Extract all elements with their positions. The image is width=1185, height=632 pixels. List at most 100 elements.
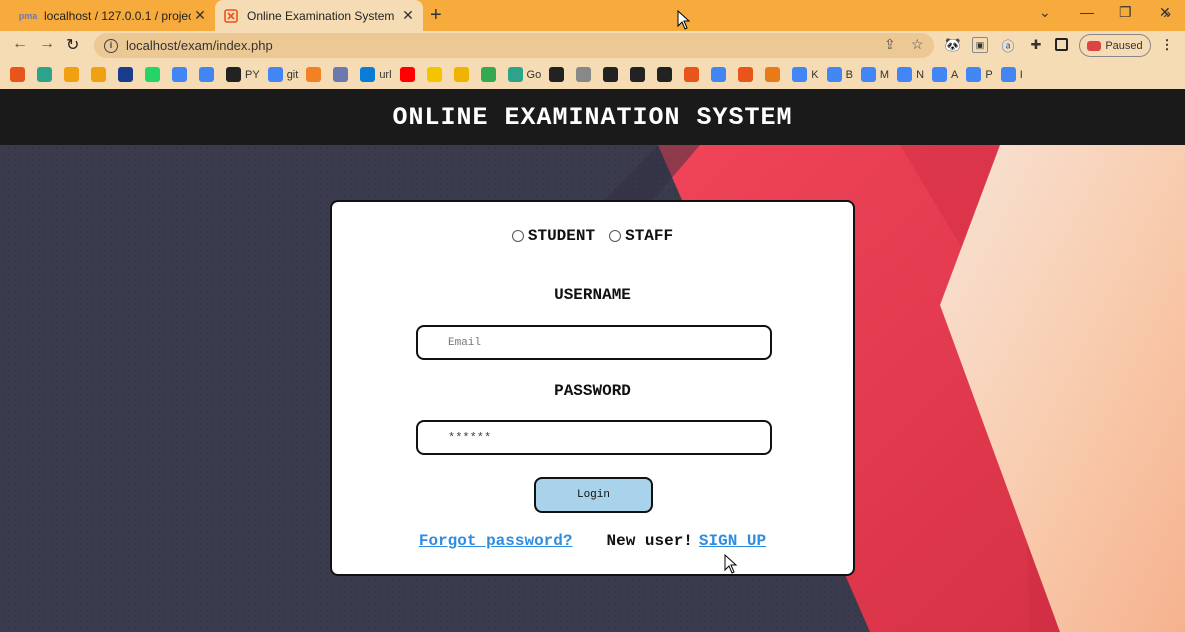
notion-icon (549, 67, 565, 82)
bookmark-item[interactable] (199, 67, 218, 82)
role-staff-option[interactable]: STAFF (609, 227, 673, 245)
back-arrow-icon[interactable]: ← (12, 35, 28, 53)
panda-extension-icon[interactable]: 🐼 (945, 37, 961, 53)
bookmark-item[interactable] (738, 67, 757, 82)
share-icon[interactable]: ⇪ (884, 36, 896, 53)
student-radio[interactable] (511, 230, 524, 242)
bookmark-item[interactable] (118, 67, 137, 82)
reload-icon[interactable]: ↻ (66, 35, 79, 55)
leaf-icon (507, 67, 523, 82)
matlab-icon (738, 67, 754, 82)
bookmark-item[interactable] (603, 67, 622, 82)
password-value: ****** (448, 430, 492, 445)
bookmark-item[interactable]: M (860, 67, 890, 82)
bookmark-label: Go (526, 68, 542, 81)
tab-search-chevron-icon[interactable]: ⌄ (1039, 4, 1051, 21)
mouse-cursor-icon (677, 10, 691, 30)
email-field[interactable]: Email (416, 325, 772, 360)
bookmark-item[interactable]: I (1000, 67, 1023, 82)
bookmark-item[interactable] (145, 67, 164, 82)
bars-icon (91, 67, 106, 82)
login-button[interactable]: Login (534, 477, 653, 513)
bookmark-item[interactable] (657, 67, 676, 82)
close-icon[interactable]: ✕ (191, 7, 209, 24)
bookmark-item[interactable]: git (267, 67, 299, 82)
bookmark-item[interactable]: P (966, 67, 993, 82)
forgot-password-link[interactable]: Forgot password? (419, 532, 573, 550)
menu-kebab-icon[interactable]: ⋮ (1159, 37, 1175, 53)
grammarly-icon (684, 67, 700, 82)
restore-icon[interactable]: ❐ (1119, 4, 1132, 21)
dark-circle-icon (657, 67, 673, 82)
google-icon (267, 67, 283, 82)
bookmark-item[interactable] (91, 67, 110, 82)
staff-label: STAFF (625, 227, 674, 245)
bookmark-label: git (286, 68, 299, 81)
bookmark-item[interactable] (399, 67, 419, 82)
bookmark-item[interactable]: K (792, 67, 819, 82)
bookmark-item[interactable]: B (826, 67, 853, 82)
role-student-option[interactable]: STUDENT (511, 227, 595, 245)
bookmark-item[interactable]: A (932, 67, 958, 82)
bookmark-item[interactable] (711, 67, 730, 82)
circle-icon (480, 67, 496, 82)
staff-radio[interactable] (609, 230, 622, 242)
bookmark-item[interactable] (426, 67, 446, 82)
bookmark-item[interactable] (10, 67, 29, 82)
google-icon (826, 67, 842, 82)
bookmark-item[interactable] (37, 67, 56, 82)
bookmark-item[interactable] (765, 67, 784, 82)
site-header: ONLINE EXAMINATION SYSTEM (0, 89, 1185, 145)
google-icon (1000, 67, 1016, 82)
bookmark-item[interactable] (549, 67, 568, 82)
side-panel-icon[interactable] (1055, 38, 1068, 51)
bookmark-label: I (1019, 68, 1023, 81)
bookmark-item[interactable] (172, 67, 191, 82)
xampp-favicon-icon (223, 8, 239, 24)
profile-paused-button[interactable]: Paused (1079, 34, 1151, 57)
close-icon[interactable]: ✕ (399, 7, 417, 24)
forward-arrow-icon[interactable]: → (39, 35, 55, 53)
stack-icon (306, 67, 322, 82)
google-icon (860, 67, 876, 82)
bookmark-item[interactable] (64, 67, 83, 82)
password-field[interactable]: ****** (416, 420, 772, 455)
browser-tab-strip: pma localhost / 127.0.0.1 / project / st… (0, 0, 1185, 31)
tab-phpmyadmin[interactable]: pma localhost / 127.0.0.1 / project / st… (12, 0, 215, 31)
role-selector: STUDENT STAFF (332, 227, 853, 245)
signup-link[interactable]: SIGN UP (699, 532, 766, 550)
bookmark-star-icon[interactable]: ☆ (911, 36, 924, 53)
bookmark-item[interactable] (480, 67, 500, 82)
new-tab-plus-icon[interactable]: + (430, 4, 442, 26)
url-text[interactable]: localhost/exam/index.php (126, 38, 273, 53)
leaf-icon (37, 67, 52, 82)
image-extension-icon[interactable]: ▣ (972, 37, 988, 53)
pma-icon (333, 67, 349, 82)
github-icon (226, 67, 241, 82)
ieee-icon (118, 67, 133, 82)
gfg-icon (603, 67, 619, 82)
eye-icon (765, 67, 781, 82)
bookmark-item[interactable] (333, 67, 352, 82)
site-info-icon[interactable]: i (104, 38, 118, 53)
bookmark-item[interactable]: PY (226, 67, 260, 82)
google-icon (711, 67, 727, 82)
page-title: ONLINE EXAMINATION SYSTEM (392, 102, 793, 132)
extensions-puzzle-icon[interactable]: ✚ (1028, 37, 1044, 53)
minimize-icon[interactable]: — (1080, 4, 1094, 20)
tab-online-examination[interactable]: Online Examination System ✕ (215, 0, 423, 31)
bookmark-item[interactable]: url (360, 67, 392, 82)
bookmark-item[interactable] (576, 67, 595, 82)
address-bar[interactable]: i localhost/exam/index.php ⇪ ☆ (94, 33, 934, 58)
bookmarks-overflow-icon[interactable]: » (1163, 5, 1171, 21)
bookmark-item[interactable] (306, 67, 325, 82)
at-extension-icon[interactable]: ⓐ (1000, 37, 1016, 54)
bookmark-item[interactable]: N (897, 67, 924, 82)
bookmark-item[interactable] (630, 67, 649, 82)
bookmark-item[interactable] (684, 67, 703, 82)
bookmark-item[interactable]: Go (507, 67, 542, 82)
bookmark-label: M (879, 68, 890, 81)
edge-icon (360, 67, 376, 82)
a-icon (576, 67, 592, 82)
bookmark-item[interactable] (453, 67, 473, 82)
